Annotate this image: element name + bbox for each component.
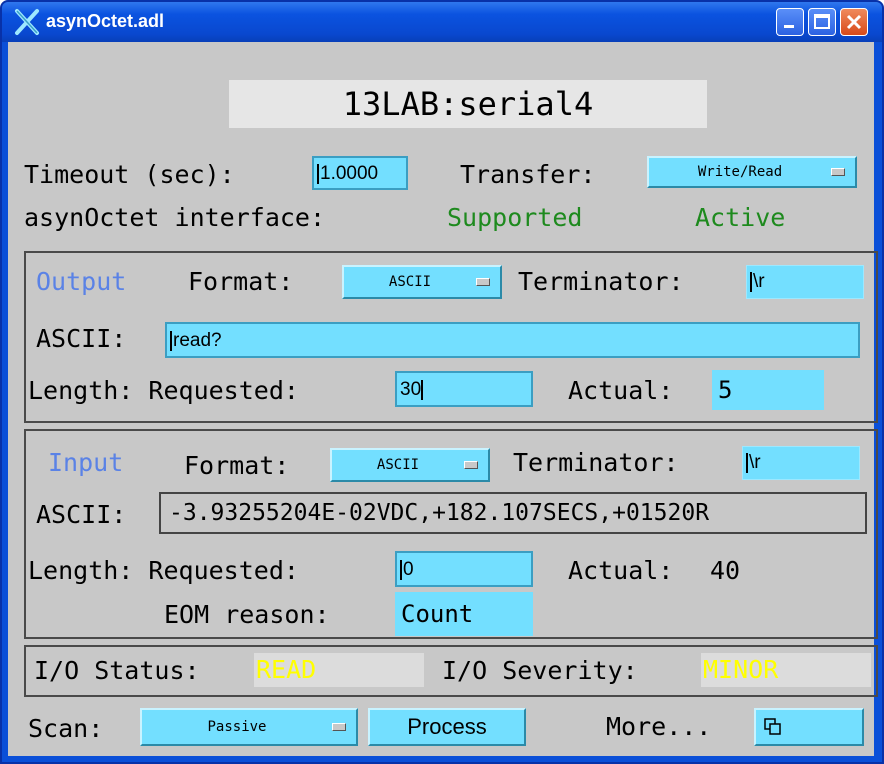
scan-label: Scan:: [28, 714, 104, 743]
output-actual-readout: 5: [712, 370, 824, 410]
output-ascii-input[interactable]: read?: [165, 322, 860, 358]
minimize-button[interactable]: [776, 8, 804, 36]
output-title: Output: [36, 267, 127, 296]
io-status-label: I/O Status:: [34, 656, 200, 685]
menu-indicator-icon: [464, 461, 478, 469]
supported-status: Supported: [447, 203, 583, 232]
transfer-menu[interactable]: Write/Read: [647, 156, 857, 188]
output-ascii-label: ASCII:: [36, 324, 127, 353]
minimize-icon: [784, 25, 794, 28]
title-bar[interactable]: asynOctet.adl: [2, 2, 882, 42]
interface-label: asynOctet interface:: [24, 203, 326, 232]
close-icon: [846, 14, 862, 30]
transfer-label: Transfer:: [460, 160, 596, 189]
input-actual-value: 40: [710, 556, 741, 585]
scan-menu-value: Passive: [207, 719, 267, 735]
output-ascii-value: read?: [173, 330, 222, 351]
menu-indicator-icon: [831, 168, 845, 176]
input-terminator-value: \r: [749, 452, 761, 473]
menu-indicator-icon: [332, 723, 346, 731]
close-button[interactable]: [840, 8, 868, 36]
text-cursor: [170, 330, 172, 351]
timeout-value: 1.0000: [320, 163, 379, 184]
more-label: More...: [606, 712, 712, 741]
input-terminator-label: Terminator:: [513, 448, 679, 477]
input-format-menu[interactable]: ASCII: [330, 448, 490, 482]
output-length-label: Length: Requested:: [28, 376, 299, 405]
input-ascii-label: ASCII:: [36, 500, 127, 529]
scan-menu[interactable]: Passive: [140, 708, 358, 746]
input-format-label: Format:: [184, 451, 290, 480]
input-title: Input: [48, 448, 124, 477]
text-cursor: [421, 379, 424, 400]
input-length-label: Length: Requested:: [28, 556, 299, 585]
input-ascii-readout: -3.93255204E-02VDC,+182.107SECS,+01520R: [159, 492, 867, 534]
output-requested-input[interactable]: 30: [395, 371, 533, 407]
x-app-icon: [15, 9, 39, 35]
io-status-readout: READ: [254, 653, 424, 687]
text-cursor: [317, 163, 319, 184]
active-status: Active: [695, 203, 786, 232]
text-cursor: [400, 559, 402, 580]
output-format-menu[interactable]: ASCII: [342, 265, 502, 299]
more-related-display-button[interactable]: [754, 708, 864, 746]
maximize-icon: [814, 14, 830, 29]
output-format-label: Format:: [188, 267, 294, 296]
window-title: asynOctet.adl: [46, 11, 165, 31]
input-requested-input[interactable]: 0: [395, 551, 533, 587]
eom-reason-label: EOM reason:: [164, 600, 330, 629]
output-terminator-input[interactable]: \r: [746, 265, 864, 299]
transfer-menu-value: Write/Read: [697, 164, 783, 180]
output-actual-label: Actual:: [568, 376, 674, 405]
pv-name-header: 13LAB:serial4: [229, 80, 707, 128]
output-terminator-value: \r: [753, 271, 765, 292]
maximize-button[interactable]: [808, 8, 836, 36]
app-window: asynOctet.adl 13LAB:serial4 Timeout (sec…: [0, 0, 884, 764]
input-terminator-input[interactable]: \r: [742, 446, 860, 480]
timeout-input[interactable]: 1.0000: [312, 156, 408, 190]
output-requested-value: 30: [400, 379, 422, 400]
menu-indicator-icon: [476, 278, 490, 286]
text-cursor: [746, 452, 748, 473]
timeout-label: Timeout (sec):: [24, 160, 235, 189]
eom-reason-readout: Count: [395, 592, 533, 636]
text-cursor: [750, 271, 752, 292]
io-severity-label: I/O Severity:: [442, 656, 638, 685]
input-actual-label: Actual:: [568, 556, 674, 585]
related-display-icon: [764, 718, 781, 735]
input-requested-value: 0: [403, 559, 414, 580]
io-severity-readout: MINOR: [701, 653, 871, 687]
output-terminator-label: Terminator:: [518, 267, 684, 296]
process-button[interactable]: Process: [368, 708, 526, 746]
main-panel: 13LAB:serial4 Timeout (sec): 1.0000 Tran…: [8, 42, 878, 756]
